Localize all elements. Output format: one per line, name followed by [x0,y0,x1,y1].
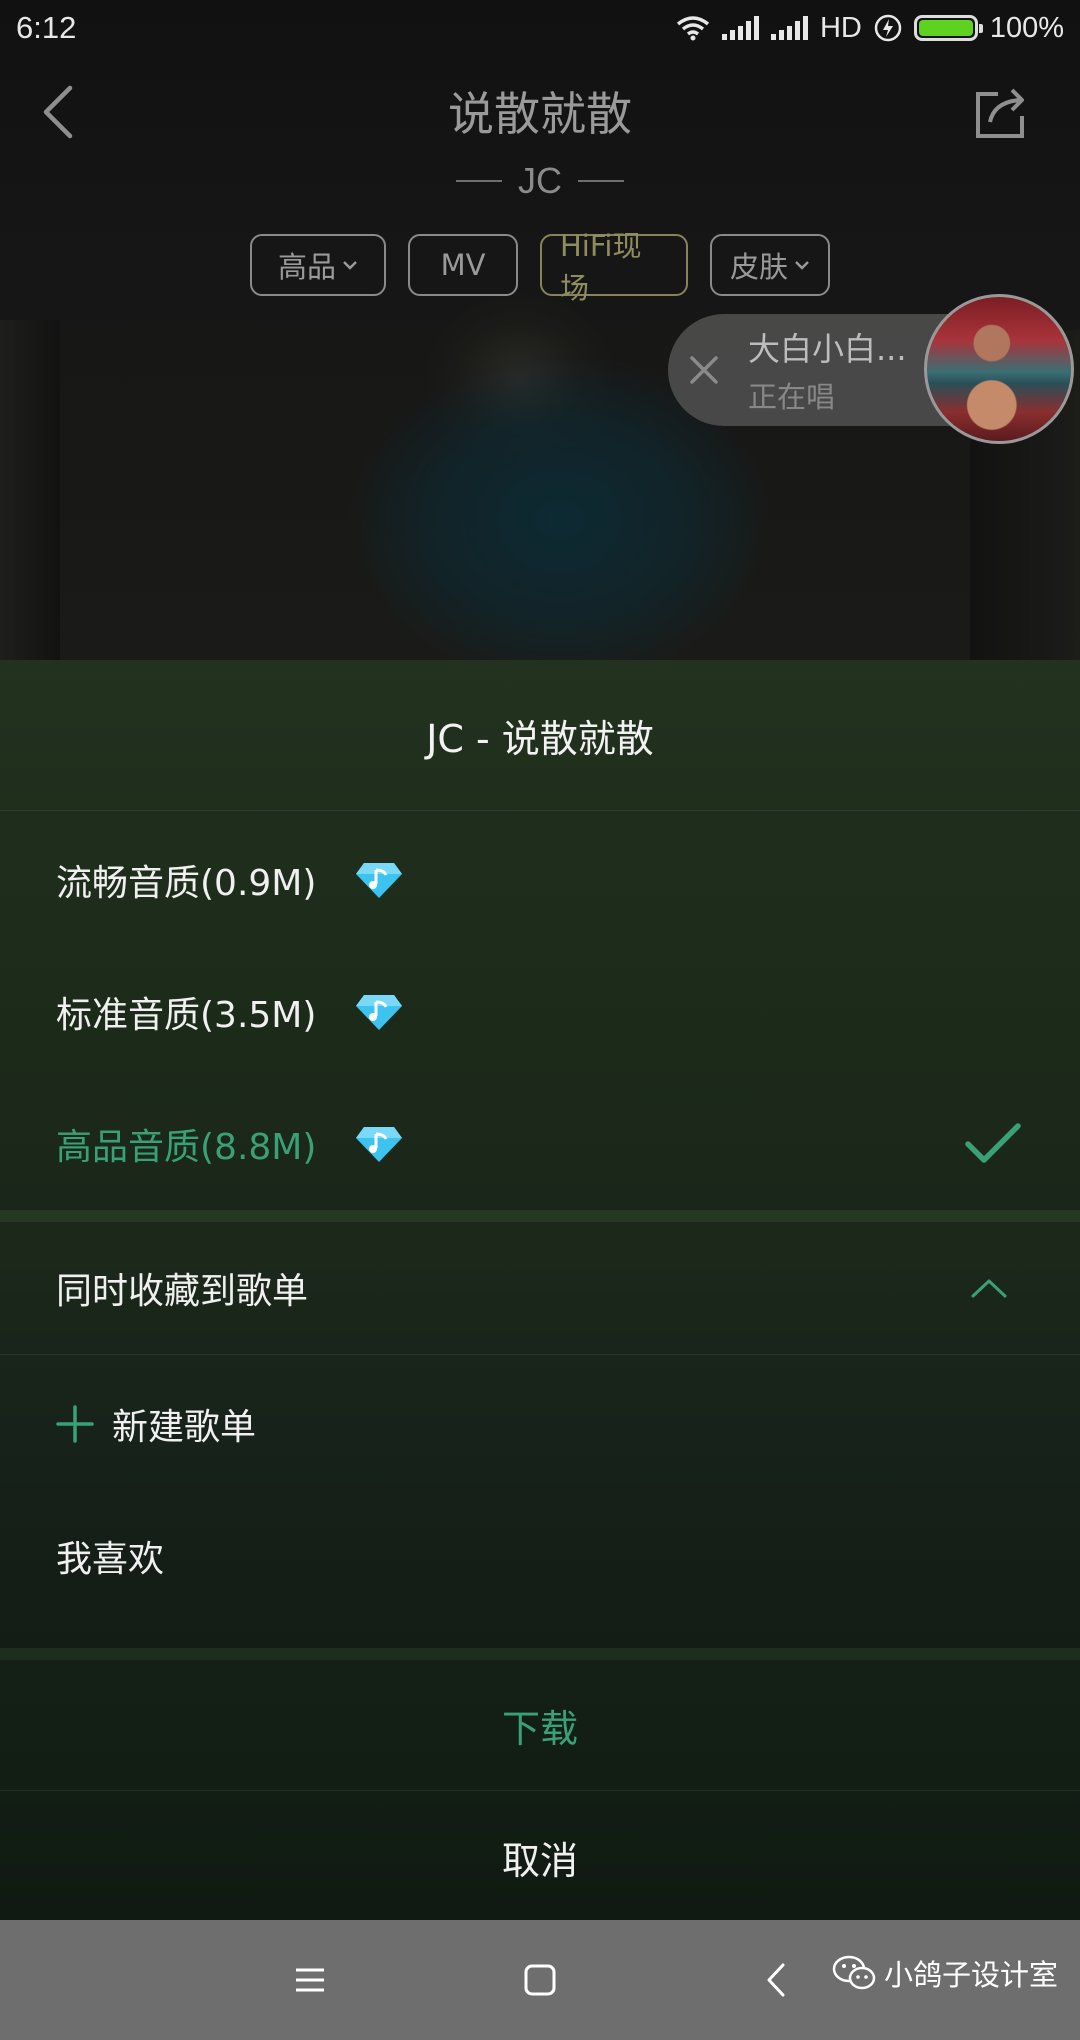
quality-option-high[interactable]: 高品音质(8.8M) [0,1078,1080,1210]
artist-name[interactable]: JC [518,160,562,202]
song-title: 说散就散 [448,87,632,141]
home-button[interactable] [510,1950,570,2010]
status-time: 6:12 [16,10,77,45]
playlist-section: 同时收藏到歌单 新建歌单 我喜欢 [0,1222,1080,1648]
share-icon[interactable] [972,84,1030,140]
checkmark-icon [965,1123,1021,1163]
watermark: 小鸽子设计室 [832,1952,1058,1994]
mv-pill[interactable]: MV [408,234,518,296]
quality-option-label: 流畅音质(0.9M) [56,863,317,904]
battery-percent: 100% [989,11,1064,44]
playlist-item-label: 我喜欢 [56,1539,165,1580]
watermark-text: 小鸽子设计室 [884,1958,1059,1992]
vip-diamond-icon [356,1127,403,1162]
quality-option-smooth[interactable]: 流畅音质(0.9M) [0,814,1080,946]
background-curtain-left [0,320,60,660]
divider-left [456,180,502,182]
now-singing-bubble[interactable]: 大白小白... 正在唱 [668,314,968,426]
download-button[interactable]: 下载 [0,1660,1080,1790]
skin-pill[interactable]: 皮肤 [710,234,830,296]
quality-pill-label: 高品 [277,250,336,284]
skin-pill-label: 皮肤 [730,250,789,284]
hifi-live-pill[interactable]: HiFi现场 [540,229,688,305]
new-playlist-label: 新建歌单 [112,1407,257,1448]
status-bar: 6:12 HD 100% [0,0,1080,56]
wifi-icon [676,16,710,41]
player-options: 高品 MV HiFi现场 皮肤 [0,229,1080,305]
divider [0,1790,1080,1791]
chevron-down-icon [343,261,357,270]
quality-section: JC - 说散就散 流畅音质(0.9M) 标准音质(3.5M) 高品音质(8.8… [0,660,1080,1210]
section-separator [0,1210,1080,1222]
chevron-down-icon [795,261,809,270]
sheet-title: JC - 说散就散 [426,716,654,761]
quality-option-label: 高品音质(8.8M) [56,1127,317,1168]
nav-back-button[interactable] [746,1950,806,2010]
close-icon[interactable] [688,354,720,386]
divider [0,1354,1080,1355]
divider [0,810,1080,811]
signal-icon-sim2 [770,16,808,40]
battery-fill [918,20,973,36]
battery-icon [913,15,983,41]
playlist-section-title: 同时收藏到歌单 [56,1271,309,1312]
quality-option-standard[interactable]: 标准音质(3.5M) [0,946,1080,1078]
divider-right [578,180,624,182]
vip-diamond-icon [356,863,403,898]
playlist-item-favorites[interactable]: 我喜欢 [0,1490,1080,1622]
download-sheet: JC - 说散就散 流畅音质(0.9M) 标准音质(3.5M) 高品音质(8.8… [0,660,1080,1920]
cancel-button[interactable]: 取消 [0,1792,1080,1922]
menu-button[interactable] [280,1950,340,2010]
wechat-icon [832,1955,876,1990]
artist-line: JC [0,160,1080,202]
singing-status: 正在唱 [748,380,836,414]
section-separator [0,1648,1080,1660]
vip-diamond-icon [356,995,403,1030]
quality-pill[interactable]: 高品 [250,234,386,296]
chevron-up-icon[interactable] [970,1277,1008,1299]
mv-pill-label: MV [440,248,486,282]
back-icon [767,1963,785,1997]
playlist-section-header[interactable]: 同时收藏到歌单 [0,1222,1080,1354]
home-icon [524,1964,556,1996]
plus-icon [56,1405,94,1443]
singer-name: 大白小白... [748,330,907,368]
action-section: 下载 取消 [0,1660,1080,1920]
menu-icon [296,1968,324,1992]
singer-avatar[interactable] [924,294,1074,444]
new-playlist-button[interactable]: 新建歌单 [0,1358,1080,1490]
quality-option-label: 标准音质(3.5M) [56,995,317,1036]
charging-icon [874,14,902,42]
signal-icon-sim1 [721,16,759,40]
hifi-live-pill-label: HiFi现场 [560,229,642,305]
network-type: HD [819,11,862,44]
